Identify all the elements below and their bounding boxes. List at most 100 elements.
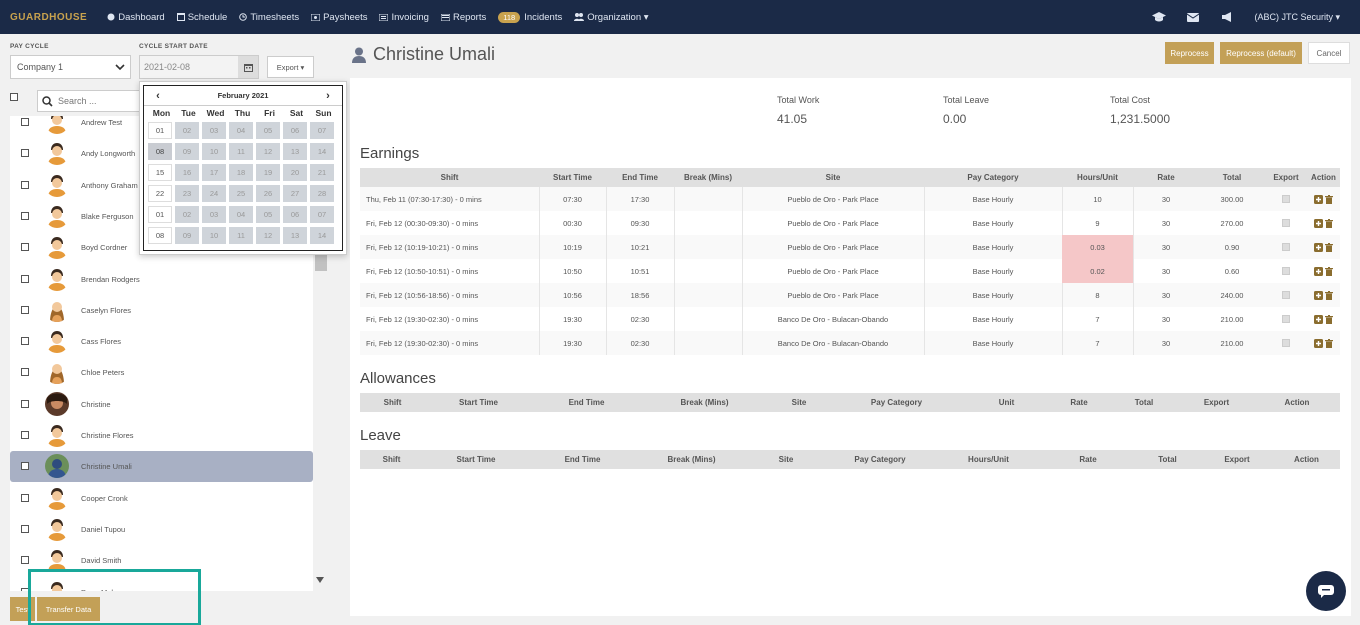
employee-checkbox[interactable] [21,462,29,471]
nav-item-schedule[interactable]: Schedule [176,12,227,23]
calendar-day-selectable[interactable]: 01 [148,122,172,139]
export-button[interactable]: Export ▾ [267,56,314,78]
top-navbar: GUARDHOUSE Dashboard Schedule Timesheets Pa… [0,0,1360,34]
add-icon[interactable] [1314,290,1323,300]
cancel-button[interactable]: Cancel [1308,42,1350,64]
prev-month-button[interactable]: ‹ [144,87,172,105]
nav-item-incidents[interactable]: 118 Incidents [498,11,562,23]
add-icon[interactable] [1314,338,1323,348]
employee-checkbox[interactable] [21,149,29,158]
export-checkbox[interactable] [1282,291,1290,299]
chat-launcher-button[interactable] [1306,571,1346,611]
trash-icon[interactable] [1325,290,1333,300]
employee-list-item[interactable]: Christine [10,389,313,420]
cell-end: 10:21 [630,242,650,252]
nav-item-dashboard[interactable]: Dashboard [107,12,165,23]
table-row[interactable]: Thu, Feb 11 (07:30-17:30) - 0 mins 07:30 1… [360,187,1340,211]
trash-icon[interactable] [1325,242,1333,252]
table-row[interactable]: Fri, Feb 12 (10:50-10:51) - 0 mins 10:50 1… [360,259,1340,283]
calendar-day-selectable[interactable]: 01 [148,206,172,223]
calendar-button[interactable] [238,56,258,78]
add-icon[interactable] [1314,266,1323,276]
employee-checkbox[interactable] [21,211,29,220]
cycle-start-date-input[interactable]: 2021-02-08 [139,55,259,79]
employee-list-item[interactable]: Brendan Rodgers [10,264,313,295]
add-icon[interactable] [1314,242,1323,252]
employee-checkbox[interactable] [21,305,29,314]
table-row[interactable]: Fri, Feb 12 (19:30-02:30) - 0 mins 19:30 0… [360,307,1340,331]
trash-icon[interactable] [1325,194,1333,204]
select-all-checkbox[interactable] [10,93,18,101]
employee-checkbox[interactable] [21,180,29,189]
graduation-cap-icon[interactable] [1152,11,1167,23]
employee-checkbox[interactable] [21,274,29,283]
export-checkbox[interactable] [1282,267,1290,275]
megaphone-icon[interactable] [1220,11,1234,23]
scroll-down-icon[interactable] [316,577,324,583]
employee-checkbox[interactable] [21,368,29,377]
employee-list-item[interactable]: Cooper Cronk [10,483,313,514]
employee-list-item[interactable]: Christine Flores [10,420,313,451]
pay-cycle-select[interactable]: Company 1 [10,55,131,79]
cell-end: 18:56 [630,290,650,300]
reprocess-button[interactable]: Reprocess [1165,42,1214,64]
employee-checkbox[interactable] [21,556,29,565]
cell-shift: Fri, Feb 12 (00:30-09:30) - 0 mins [366,218,479,228]
table-row[interactable]: Fri, Feb 12 (10:19-10:21) - 0 mins 10:19 1… [360,235,1340,259]
trash-icon[interactable] [1325,338,1333,348]
nav-item-organization[interactable]: Organization ▾ [574,12,649,23]
employee-checkbox[interactable] [21,524,29,533]
trash-icon[interactable] [1325,218,1333,228]
employee-checkbox[interactable] [21,243,29,252]
reprocess-default-button[interactable]: Reprocess (default) [1220,42,1302,64]
table-row[interactable]: Fri, Feb 12 (00:30-09:30) - 0 mins 00:30 0… [360,211,1340,235]
cell-cat: Base Hourly [972,290,1014,300]
calendar-day-selectable[interactable]: 08 [148,227,172,244]
cell-rate: 30 [1161,242,1171,252]
nav-item-timesheets[interactable]: Timesheets [239,12,299,23]
employee-list-item[interactable]: Cass Flores [10,326,313,357]
employee-checkbox[interactable] [21,399,29,408]
calendar-day-selectable[interactable]: 08 [148,143,172,160]
employee-checkbox[interactable] [21,493,29,502]
add-icon[interactable] [1314,218,1323,228]
nav-item-reports[interactable]: Reports [440,12,486,23]
employee-list-item[interactable]: Christine Umali [10,451,313,483]
search-input[interactable]: Search ... [37,90,147,112]
employee-list-item[interactable]: Chloe Peters [10,357,313,388]
column-header: End Time [564,455,601,464]
export-checkbox[interactable] [1282,195,1290,203]
employee-list-item[interactable]: Caselyn Flores [10,295,313,326]
scrollbar-thumb[interactable] [315,255,327,271]
add-icon[interactable] [1314,314,1323,324]
column-header: Rate [1079,455,1097,464]
envelope-icon[interactable] [1186,11,1200,23]
trash-icon[interactable] [1325,314,1333,324]
column-header: Unit [998,398,1015,407]
export-checkbox[interactable] [1282,315,1290,323]
next-month-button[interactable]: › [314,87,342,105]
column-header: Total [1134,398,1154,407]
employee-list-item[interactable]: Daniel Tupou [10,514,313,545]
allowances-header: Shift Start Time End Time Break (Mins) Site P… [360,393,1340,412]
user-icon [352,47,366,63]
company-menu[interactable]: (ABC) JTC Security ▾ [1254,12,1340,23]
calendar-month-title[interactable]: February 2021 [172,91,314,100]
table-row[interactable]: Fri, Feb 12 (19:30-02:30) - 0 mins 19:30 0… [360,331,1340,355]
export-checkbox[interactable] [1282,339,1290,347]
add-icon[interactable] [1314,194,1323,204]
table-row[interactable]: Fri, Feb 12 (10:56-18:56) - 0 mins 10:56 1… [360,283,1340,307]
employee-checkbox[interactable] [21,337,29,346]
employee-checkbox[interactable] [21,118,29,126]
calendar-day-disabled: 26 [256,185,280,202]
trash-icon[interactable] [1325,266,1333,276]
app-logo[interactable]: GUARDHOUSE [10,12,87,23]
cell-action [1307,211,1340,235]
nav-item-invoicing[interactable]: Invoicing [379,12,429,23]
calendar-day-selectable[interactable]: 22 [148,185,172,202]
export-checkbox[interactable] [1282,219,1290,227]
employee-checkbox[interactable] [21,431,29,439]
calendar-day-selectable[interactable]: 15 [148,164,172,181]
export-checkbox[interactable] [1282,243,1290,251]
nav-item-paysheets[interactable]: Paysheets [311,12,367,23]
